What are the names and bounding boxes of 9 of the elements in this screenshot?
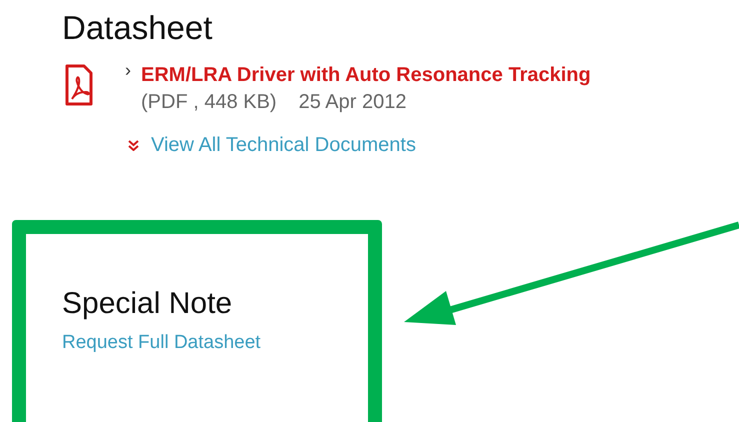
document-date: 25 Apr 2012 [298, 90, 406, 114]
view-all-link[interactable]: View All Technical Documents [151, 134, 416, 157]
note-heading: Special Note [62, 286, 234, 322]
double-chevron-icon [128, 140, 139, 151]
request-datasheet-link[interactable]: Request Full Datasheet [62, 332, 261, 354]
file-info: (PDF , 448 KB) [141, 90, 277, 114]
document-link[interactable]: ERM/LRA Driver with Auto Resonance Tracking [141, 62, 591, 88]
section-heading: Datasheet [62, 8, 214, 48]
bullet-icon: › [125, 60, 141, 81]
